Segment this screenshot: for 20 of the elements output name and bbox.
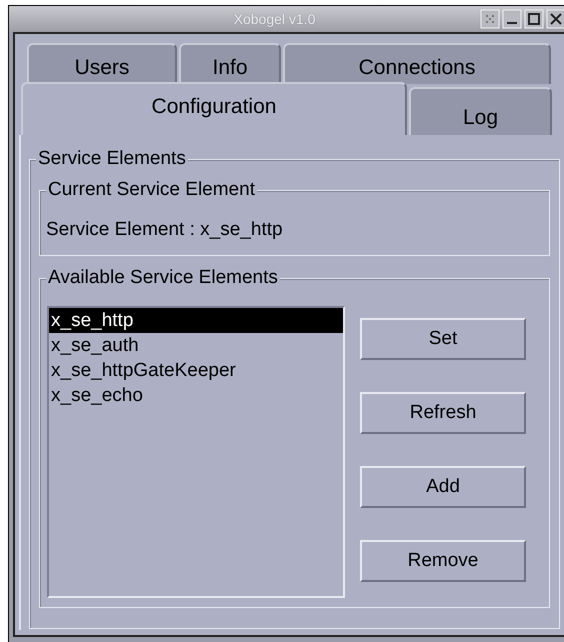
maximize-icon[interactable] xyxy=(524,9,544,29)
list-item[interactable]: x_se_echo xyxy=(49,383,343,408)
minimize-icon[interactable] xyxy=(502,9,522,29)
service-element-list[interactable]: x_se_http x_se_auth x_se_httpGateKeeper x_se_echo xyxy=(47,306,345,598)
tab[interactable]: Users xyxy=(27,43,177,84)
window-title: Xobogel v1.0 xyxy=(232,11,316,27)
tab[interactable]: Configuration xyxy=(21,82,407,135)
tab[interactable]: Connections xyxy=(283,43,551,84)
action-button[interactable]: Add xyxy=(360,466,526,508)
list-item[interactable]: x_se_httpGateKeeper xyxy=(49,358,343,383)
action-button[interactable]: Refresh xyxy=(360,392,526,434)
tab[interactable]: Log xyxy=(409,87,552,135)
current-element-text: Service Element : x_se_http xyxy=(46,219,284,241)
list-item[interactable]: x_se_auth xyxy=(49,333,343,358)
list-item[interactable]: x_se_http xyxy=(49,308,343,333)
menu-icon[interactable] xyxy=(480,9,500,29)
close-icon[interactable] xyxy=(546,9,564,29)
tab[interactable]: Info xyxy=(179,43,281,84)
action-button[interactable]: Set xyxy=(360,318,526,360)
action-button[interactable]: Remove xyxy=(360,540,526,582)
